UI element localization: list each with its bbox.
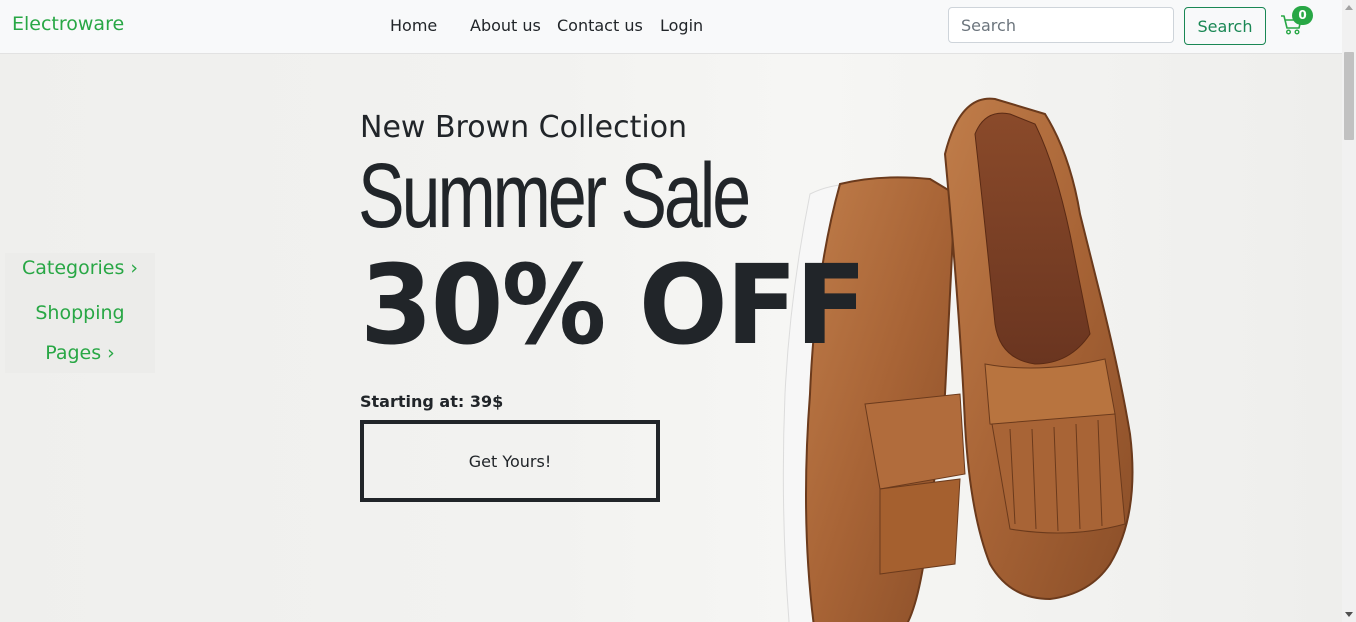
scroll-thumb[interactable] xyxy=(1344,52,1354,140)
page-scrollbar[interactable] xyxy=(1342,0,1356,622)
get-yours-button[interactable]: Get Yours! xyxy=(360,420,660,502)
hero-discount: 30% OFF xyxy=(360,241,867,369)
scroll-up-arrow-icon[interactable] xyxy=(1345,5,1353,10)
brand-logo[interactable]: Electroware xyxy=(12,13,124,35)
navbar: Electroware Home About us Contact us Log… xyxy=(0,0,1342,54)
sidebar-item-shopping[interactable]: Shopping xyxy=(5,302,155,324)
nav-link-login[interactable]: Login xyxy=(660,16,703,35)
cart-count-badge: 0 xyxy=(1292,6,1313,25)
nav-link-about[interactable]: About us xyxy=(470,16,541,35)
sidebar-menu: Categories › Shopping Pages › xyxy=(5,253,155,373)
hero-subtitle: New Brown Collection xyxy=(360,110,688,145)
hero-price: Starting at: 39$ xyxy=(360,392,504,411)
search-button[interactable]: Search xyxy=(1184,7,1266,45)
hero-banner: Categories › Shopping Pages › New Brown … xyxy=(0,54,1342,622)
sidebar-item-categories[interactable]: Categories › xyxy=(5,257,155,279)
hero-title: Summer Sale xyxy=(358,145,751,247)
search-input[interactable] xyxy=(948,7,1174,43)
nav-link-contact[interactable]: Contact us xyxy=(557,16,643,35)
scroll-down-arrow-icon[interactable] xyxy=(1345,612,1353,617)
nav-link-home[interactable]: Home xyxy=(390,16,437,35)
sidebar-item-pages[interactable]: Pages › xyxy=(5,342,155,364)
